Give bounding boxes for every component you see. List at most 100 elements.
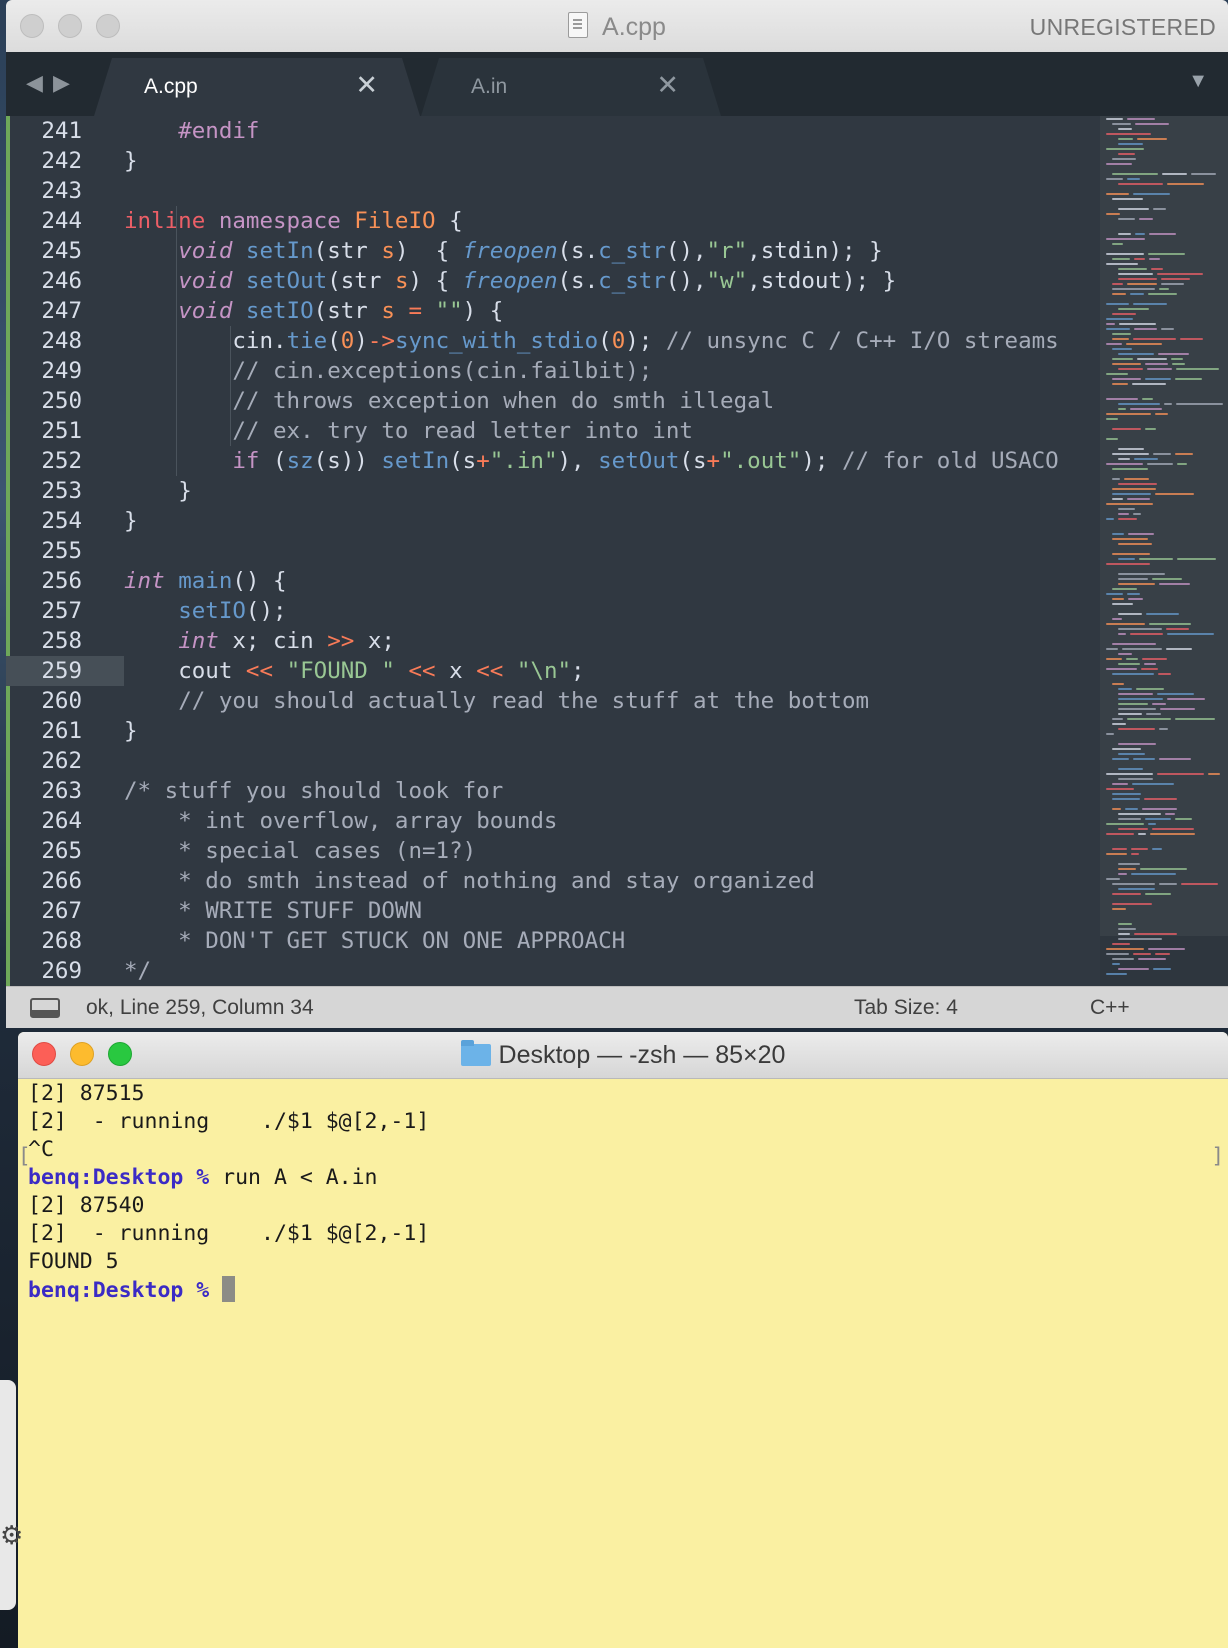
- line-text: cout << "FOUND " << x << "\n";: [178, 658, 585, 684]
- minimap-stroke: [1149, 233, 1176, 235]
- terminal-line: ^C: [28, 1136, 1228, 1164]
- minimap-stroke: [1106, 133, 1151, 135]
- minimap-stroke: [1112, 363, 1141, 365]
- code-line[interactable]: 243: [6, 176, 1098, 206]
- minimap-stroke: [1131, 848, 1148, 850]
- minimap-stroke: [1118, 408, 1126, 410]
- code-line[interactable]: 256 int main() {: [6, 566, 1098, 596]
- tab-a-cpp[interactable]: A.cpp ✕: [94, 58, 420, 116]
- minimap-stroke: [1145, 818, 1171, 820]
- minimap-stroke: [1112, 378, 1141, 380]
- code-lines[interactable]: 241 #endif 242} 243 244 inline namespace Fil…: [6, 116, 1098, 986]
- code-line[interactable]: 242}: [6, 146, 1098, 176]
- code-line[interactable]: 264 * int overflow, array bounds: [6, 806, 1098, 836]
- line-text: void setIn(str s) { freopen(s.c_str(),"r…: [178, 238, 883, 264]
- code-line[interactable]: 267 * WRITE STUFF DOWN: [6, 896, 1098, 926]
- code-line[interactable]: 263 /* stuff you should look for: [6, 776, 1098, 806]
- minimap-stroke: [1106, 328, 1130, 330]
- tab-a-in[interactable]: A.in ✕: [421, 58, 721, 116]
- status-tab-size[interactable]: Tab Size: 4: [854, 996, 958, 1020]
- line-text: // throws exception when do smth illegal: [232, 388, 775, 414]
- line-text: }: [124, 148, 138, 174]
- minimap-stroke: [1127, 178, 1140, 180]
- code-line[interactable]: 252 if (sz(s)) setIn(s+".in"), setOut(s+…: [6, 446, 1098, 476]
- minimap-stroke: [1118, 218, 1135, 220]
- tab-close-icon[interactable]: ✕: [656, 70, 679, 101]
- code-line[interactable]: 259 cout << "FOUND " << x << "\n";: [6, 656, 1098, 686]
- minimap-stroke: [1112, 538, 1148, 540]
- line-text: int main() {: [124, 568, 287, 594]
- minimap-stroke: [1112, 618, 1122, 620]
- minimap-stroke: [1106, 518, 1114, 520]
- minimap-stroke: [1112, 553, 1150, 555]
- minimap-stroke: [1118, 663, 1140, 665]
- minimap-stroke: [1159, 758, 1191, 760]
- minimap-stroke: [1118, 938, 1162, 940]
- tab-nav-arrows-icon[interactable]: ◀ ▶: [26, 70, 72, 96]
- shell-prompt: benq:Desktop %: [28, 1278, 210, 1303]
- code-line[interactable]: 269 */: [6, 956, 1098, 986]
- minimap-stroke: [1112, 588, 1137, 590]
- code-line[interactable]: 265 * special cases (n=1?): [6, 836, 1098, 866]
- terminal-title: Desktop — -zsh — 85×20: [18, 1040, 1228, 1070]
- code-line[interactable]: 253 }: [6, 476, 1098, 506]
- minimap-stroke: [1112, 893, 1141, 895]
- minimap[interactable]: [1100, 116, 1228, 986]
- minimap-stroke: [1118, 128, 1132, 130]
- minimap-stroke: [1118, 778, 1153, 780]
- minimap-stroke: [1106, 323, 1115, 325]
- panel-toggle-icon[interactable]: [30, 998, 60, 1018]
- line-text: }: [178, 478, 192, 504]
- code-line[interactable]: 257 setIO();: [6, 596, 1098, 626]
- minimap-stroke: [1158, 673, 1171, 675]
- minimap-stroke: [1180, 338, 1203, 340]
- minimap-stroke: [1112, 848, 1127, 850]
- code-line[interactable]: 260 // you should actually read the stuf…: [6, 686, 1098, 716]
- code-editor[interactable]: 241 #endif 242} 243 244 inline namespace Fil…: [6, 116, 1228, 986]
- terminal-output[interactable]: [2] 87515 [2] - running ./$1 $@[2,-1] ^C be…: [28, 1080, 1228, 1304]
- minimap-stroke: [1106, 238, 1145, 240]
- minimap-stroke: [1166, 648, 1192, 650]
- minimap-stroke: [1148, 948, 1185, 950]
- code-line[interactable]: 268 * DON'T GET STUCK ON ONE APPROACH: [6, 926, 1098, 956]
- tab-dropdown-icon[interactable]: ▼: [1188, 70, 1208, 93]
- code-line[interactable]: 266 * do smth instead of nothing and sta…: [6, 866, 1098, 896]
- line-number: 262: [41, 748, 82, 774]
- code-line[interactable]: 246 void setOut(str s) { freopen(s.c_str…: [6, 266, 1098, 296]
- minimap-stroke: [1112, 453, 1149, 455]
- code-line[interactable]: 248 cin.tie(0)->sync_with_stdio(0); // u…: [6, 326, 1098, 356]
- line-text: */: [124, 958, 152, 984]
- minimap-stroke: [1130, 633, 1163, 635]
- minimap-stroke: [1135, 233, 1145, 235]
- code-line[interactable]: 262: [6, 746, 1098, 776]
- minimap-stroke: [1118, 143, 1143, 145]
- line-text: * special cases (n=1?): [124, 838, 477, 864]
- minimap-stroke: [1112, 883, 1155, 885]
- minimap-stroke: [1118, 713, 1142, 715]
- terminal-line: [2] - running ./$1 $@[2,-1]: [28, 1220, 1228, 1248]
- minimap-stroke: [1118, 633, 1126, 635]
- code-line[interactable]: 255: [6, 536, 1098, 566]
- minimap-stroke: [1106, 623, 1145, 625]
- code-line[interactable]: 261}: [6, 716, 1098, 746]
- minimap-stroke: [1112, 673, 1154, 675]
- code-line[interactable]: 250 // throws exception when do smth ill…: [6, 386, 1098, 416]
- status-position: ok, Line 259, Column 34: [86, 996, 314, 1019]
- minimap-stroke: [1118, 828, 1148, 830]
- minimap-stroke: [1118, 353, 1154, 355]
- code-line[interactable]: 245 void setIn(str s) { freopen(s.c_str(…: [6, 236, 1098, 266]
- code-line[interactable]: 244 inline namespace FileIO {: [6, 206, 1098, 236]
- minimap-stroke: [1175, 718, 1215, 720]
- terminal-text: [2] 87515: [28, 1081, 145, 1106]
- code-line[interactable]: 258 int x; cin >> x;: [6, 626, 1098, 656]
- code-line[interactable]: 249 // cin.exceptions(cin.failbit);: [6, 356, 1098, 386]
- code-line[interactable]: 247 void setIO(str s = "") {: [6, 296, 1098, 326]
- tab-close-icon[interactable]: ✕: [355, 70, 378, 101]
- minimap-stroke: [1112, 428, 1141, 430]
- status-syntax[interactable]: C++: [1090, 996, 1130, 1020]
- minimap-stroke: [1112, 478, 1120, 480]
- code-line[interactable]: 241 #endif: [6, 116, 1098, 146]
- code-line[interactable]: 251 // ex. try to read letter into int: [6, 416, 1098, 446]
- code-line[interactable]: 254}: [6, 506, 1098, 536]
- minimap-stroke: [1148, 293, 1177, 295]
